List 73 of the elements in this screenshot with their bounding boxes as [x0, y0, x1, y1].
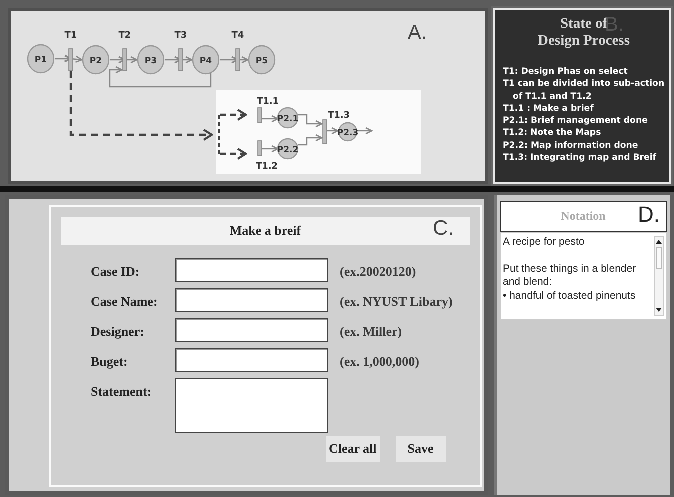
- panel-title: Design Process: [538, 33, 630, 50]
- arc-arrow: [298, 114, 323, 128]
- legend-line: P2.2: Map information done: [503, 140, 640, 152]
- panel-label: B.: [605, 14, 624, 36]
- legend-line: T1 can be divided into sub-action of T1.1 and T1.2: [503, 78, 665, 103]
- field-label: Designer:: [91, 323, 146, 341]
- transition-bar: [236, 48, 240, 72]
- clear-button[interactable]: Clear all: [326, 436, 380, 462]
- panel-label: D.: [638, 202, 660, 228]
- transition-label: T1.3: [328, 111, 350, 121]
- notes-box[interactable]: A recipe for pesto Put these things in a blender and blend: • handful of toasted pinenuts: [500, 232, 667, 320]
- example-hint: (ex. 1,000,000): [340, 353, 420, 371]
- legend-line: T1.2: Note the Maps: [503, 127, 602, 140]
- place-node: P1: [27, 44, 55, 74]
- legend-line: P2.1: Brief management done: [503, 115, 649, 128]
- arc-arrow: [164, 56, 193, 64]
- arc-arrow: [109, 56, 138, 64]
- panel-label: C.: [433, 217, 454, 241]
- text-input[interactable]: [175, 348, 328, 372]
- place-node: P2: [82, 45, 110, 75]
- transition-label: T4: [232, 31, 244, 41]
- field-label: Statement:: [91, 383, 153, 401]
- place-node: P3: [137, 45, 165, 75]
- notes-text: • handful of toasted pinenuts: [503, 290, 637, 303]
- legend-line: T1.3: Integrating map and Breif: [503, 152, 658, 164]
- place-node: P2.3: [337, 122, 359, 142]
- example-hint: (ex.20020120): [340, 263, 416, 281]
- arc-arrow: [219, 56, 249, 64]
- field-label: Case Name:: [91, 293, 159, 311]
- legend-line: T1.1 : Make a brief: [503, 102, 595, 116]
- transition-label: T2: [118, 31, 132, 41]
- panel-title: State of: [560, 16, 608, 33]
- transition-bar: [122, 48, 128, 72]
- transition-bar: [68, 48, 74, 72]
- arc-arrow: [54, 54, 83, 63]
- notes-text: Put these things in a blender and blend:: [503, 262, 638, 290]
- panel-label: A.: [408, 22, 427, 44]
- transition-bar: [258, 108, 262, 124]
- transition-label: T1.2: [256, 162, 278, 172]
- place-node: P2.2: [277, 138, 299, 160]
- save-button[interactable]: Save: [396, 436, 446, 462]
- arc-arrow: [262, 145, 279, 153]
- legend-line: T1: Design Phas on select: [503, 66, 629, 78]
- field-label: Case ID:: [91, 263, 141, 281]
- place-node: P2.1: [277, 107, 299, 129]
- arc-arrow: [356, 127, 373, 135]
- transition-label: T3: [174, 31, 188, 41]
- arc-arrow: [327, 127, 339, 135]
- dashed-arrow: [220, 148, 248, 160]
- text-input[interactable]: [175, 258, 328, 282]
- transition-bar: [258, 140, 262, 156]
- dashed-line: [218, 115, 220, 154]
- text-input[interactable]: [175, 318, 328, 342]
- dashed-arrow: [220, 108, 248, 122]
- notes-text: A recipe for pesto: [503, 236, 586, 250]
- place-node: P5: [248, 45, 276, 75]
- transition-label: T1: [64, 31, 78, 41]
- notation-title: Notation: [561, 209, 606, 224]
- example-hint: (ex. NYUST Libary): [340, 293, 453, 311]
- example-hint: (ex. Miller): [340, 323, 402, 341]
- arc-arrow: [262, 115, 279, 123]
- transition-label: T1.1: [256, 97, 280, 107]
- form-title: Make a breif: [230, 223, 302, 239]
- arc-arrow: [298, 134, 323, 146]
- transition-bar: [322, 120, 328, 144]
- statement-input[interactable]: [175, 378, 328, 433]
- text-input[interactable]: [175, 288, 328, 312]
- transition-bar: [178, 48, 184, 72]
- field-label: Buget:: [91, 353, 129, 371]
- scroll-thumb[interactable]: [656, 247, 662, 269]
- place-node: P4: [192, 45, 220, 75]
- scroll-down-icon[interactable]: [656, 308, 662, 312]
- scrollbar[interactable]: [654, 236, 664, 316]
